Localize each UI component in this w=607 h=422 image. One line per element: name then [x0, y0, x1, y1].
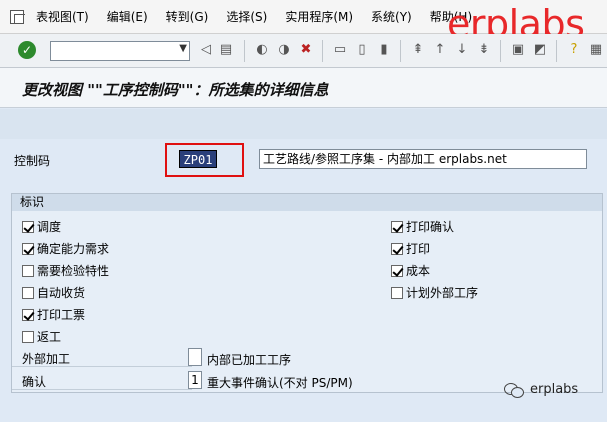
checkbox-row-print-confirm[interactable]: 打印确认 — [391, 218, 454, 235]
control-key-label: 控制码 — [14, 154, 51, 168]
group-title: 标识 — [12, 194, 602, 211]
standard-toolbar: ✓ ▼ ◁ ▤ ◐ ◑ ✖ ▭ ▯ ▮ ⇞ ↑ ↓ ⇟ ▣ ◩ ? ▦ — [0, 34, 607, 68]
print-icon[interactable]: ▭ — [332, 42, 348, 58]
layout-icon[interactable]: ▦ — [588, 42, 604, 58]
checkbox-label: 打印确认 — [406, 220, 455, 234]
command-field[interactable]: ▼ — [50, 41, 190, 61]
wechat-icon — [504, 381, 524, 398]
checkbox-label: 返工 — [37, 330, 62, 344]
next-page-icon[interactable]: ↓ — [454, 42, 470, 58]
create-session-icon[interactable]: ▣ — [510, 42, 526, 58]
checkbox-label: 需要检验特性 — [37, 264, 110, 278]
toolbar-separator — [400, 40, 401, 62]
menu-system[interactable]: 系统(Y) — [371, 8, 412, 25]
watermark-text: erplabs — [530, 381, 579, 397]
identification-group: 标识 调度 确定能力需求 需要检验特性 自动收货 打印工票 返工 打印确认 打印… — [11, 193, 603, 393]
toolbar-separator — [556, 40, 557, 62]
checkbox-row-auto-gr[interactable]: 自动收货 — [22, 284, 85, 301]
menu-selection[interactable]: 选择(S) — [226, 8, 267, 25]
costing-checkbox[interactable] — [391, 264, 403, 277]
menu-utilities[interactable]: 实用程序(M) — [285, 8, 353, 25]
confirmation-row: 确认 — [12, 370, 192, 390]
last-page-icon[interactable]: ⇟ — [476, 42, 492, 58]
inspection-characteristics-checkbox[interactable] — [22, 264, 34, 277]
print-checkbox[interactable] — [391, 242, 403, 255]
back-icon[interactable]: ◁ — [198, 42, 214, 58]
rework-checkbox[interactable] — [22, 330, 34, 343]
confirmation-label: 确认 — [22, 375, 47, 389]
save-icon[interactable]: ▤ — [218, 42, 234, 58]
scheduling-checkbox[interactable] — [22, 220, 34, 233]
control-key-description-field[interactable]: 工艺路线/参照工序集 - 内部加工 erplabs.net — [259, 149, 587, 169]
menu-edit[interactable]: 编辑(E) — [107, 8, 148, 25]
enter-icon[interactable]: ✓ — [18, 41, 36, 59]
toolbar-separator — [322, 40, 323, 62]
application-toolbar — [0, 109, 607, 139]
shortcut-icon[interactable]: ◩ — [532, 42, 548, 58]
checkbox-label: 打印 — [406, 242, 431, 256]
checkbox-row-scheduling[interactable]: 调度 — [22, 218, 61, 235]
cancel-icon[interactable]: ✖ — [298, 42, 314, 58]
confirmation-field[interactable]: 1 — [188, 371, 202, 389]
checkbox-label: 确定能力需求 — [37, 242, 110, 256]
auto-goods-receipt-checkbox[interactable] — [22, 286, 34, 299]
external-operation-checkbox[interactable] — [391, 286, 403, 299]
back-nav-icon[interactable]: ◐ — [254, 42, 270, 58]
print-time-tickets-checkbox[interactable] — [22, 308, 34, 321]
help-icon[interactable]: ? — [566, 42, 582, 58]
chevron-down-icon[interactable]: ▼ — [179, 43, 187, 54]
find-next-icon[interactable]: ▮ — [376, 42, 392, 58]
menu-table-view[interactable]: 表视图(T) — [36, 8, 89, 25]
checkbox-row-inspection[interactable]: 需要检验特性 — [22, 262, 109, 279]
content-area: 控制码 ZP01 工艺路线/参照工序集 - 内部加工 erplabs.net 标… — [0, 139, 607, 422]
checkbox-row-costing[interactable]: 成本 — [391, 262, 430, 279]
checkbox-label: 打印工票 — [37, 308, 86, 322]
menu-window-icon[interactable] — [10, 9, 25, 24]
prev-page-icon[interactable]: ↑ — [432, 42, 448, 58]
print-confirmation-checkbox[interactable] — [391, 220, 403, 233]
checkbox-row-capacity[interactable]: 确定能力需求 — [22, 240, 109, 257]
external-processing-text: 内部已加工工序 — [207, 353, 292, 367]
checkbox-label: 调度 — [37, 220, 62, 234]
exit-icon[interactable]: ◑ — [276, 42, 292, 58]
page-title: 更改视图 ""工序控制码""：所选集的详细信息 — [22, 81, 329, 99]
toolbar-separator — [500, 40, 501, 62]
checkbox-row-print[interactable]: 打印 — [391, 240, 430, 257]
capacity-requirements-checkbox[interactable] — [22, 242, 34, 255]
wechat-watermark: erplabs — [504, 381, 579, 398]
find-icon[interactable]: ▯ — [354, 42, 370, 58]
toolbar-separator — [244, 40, 245, 62]
checkbox-label: 自动收货 — [37, 286, 86, 300]
checkbox-row-ext-op[interactable]: 计划外部工序 — [391, 284, 478, 301]
menu-goto[interactable]: 转到(G) — [166, 8, 209, 25]
checkbox-label: 计划外部工序 — [406, 286, 479, 300]
checkbox-row-print-tickets[interactable]: 打印工票 — [22, 306, 85, 323]
title-bar: 更改视图 ""工序控制码""：所选集的详细信息 — [0, 68, 607, 108]
confirmation-text: 重大事件确认(不对 PS/PM) — [207, 376, 353, 390]
external-processing-label: 外部加工 — [22, 352, 71, 366]
first-page-icon[interactable]: ⇞ — [410, 42, 426, 58]
checkbox-row-rework[interactable]: 返工 — [22, 328, 61, 345]
highlight-box — [165, 143, 244, 177]
external-processing-field[interactable] — [188, 348, 202, 366]
external-processing-row: 外部加工 — [12, 347, 192, 367]
checkbox-label: 成本 — [406, 264, 431, 278]
